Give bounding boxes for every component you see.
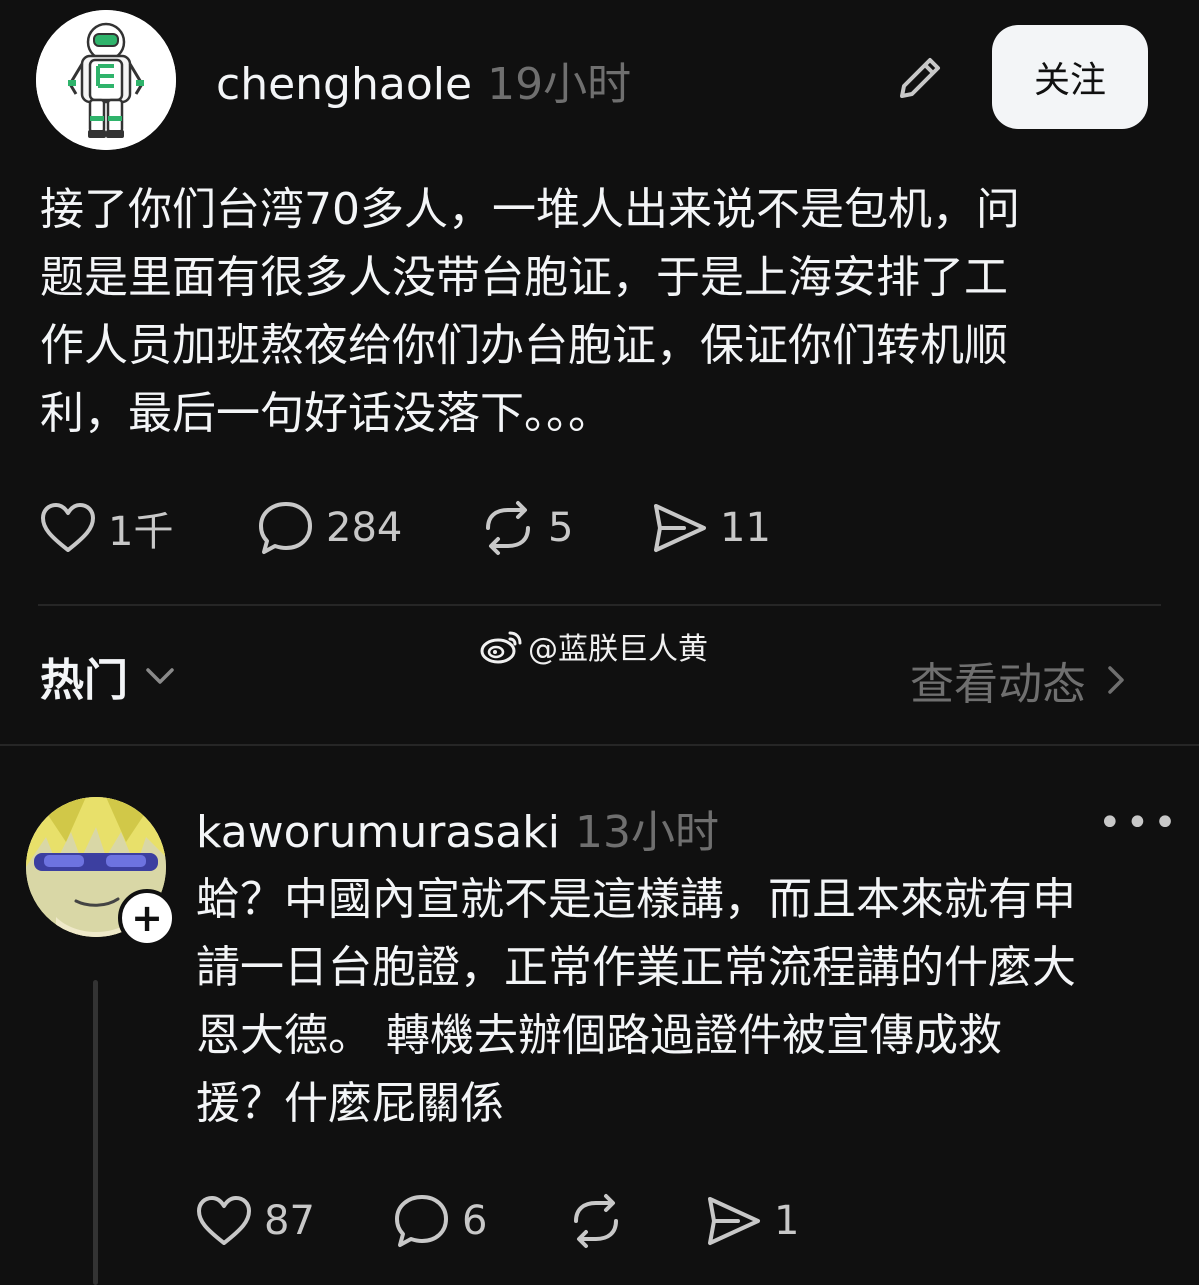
like-action[interactable]: 1千: [38, 498, 173, 558]
send-icon: [654, 504, 706, 552]
heart-icon: [197, 1196, 251, 1245]
share-count: 11: [720, 505, 771, 551]
repost-icon: [574, 1194, 618, 1248]
watermark: @蓝朕巨人黄: [480, 624, 708, 668]
repost-action[interactable]: 5: [478, 498, 573, 558]
chevron-right-icon: [1108, 666, 1124, 694]
reply-repost-action[interactable]: [566, 1191, 626, 1251]
reply-comment-count: 6: [462, 1198, 488, 1244]
reply-text-line: 援？什麼屁關係: [196, 1078, 504, 1129]
post-username[interactable]: chenghaole: [216, 59, 472, 110]
divider: [38, 604, 1161, 606]
reply-comment-action[interactable]: 6: [392, 1191, 487, 1251]
follow-plus-badge[interactable]: +: [118, 889, 176, 947]
more-options-icon[interactable]: •••: [1098, 800, 1181, 846]
post-time: 19小时: [487, 59, 632, 110]
chevron-down-icon: [146, 668, 174, 684]
comment-icon: [259, 502, 312, 554]
post-header-meta: chenghaole 19小时: [216, 48, 631, 112]
reply-share-count: 1: [774, 1198, 800, 1244]
send-icon: [708, 1197, 760, 1245]
comment-action[interactable]: 284: [256, 498, 402, 558]
author-avatar[interactable]: [36, 10, 176, 150]
reply-share-action[interactable]: 1: [704, 1191, 799, 1251]
reply-text-line: 蛤？中國內宣就不是這樣講，而且本來就有申: [196, 874, 1076, 925]
reply-header-meta: kaworumurasaki 13小时: [196, 796, 719, 860]
post-text-line: 利，最后一句好话没落下。。。: [40, 388, 612, 439]
reply-like-action[interactable]: 87: [194, 1191, 315, 1251]
sort-dropdown[interactable]: 热门: [40, 644, 180, 708]
weibo-icon: [480, 631, 522, 664]
repost-count: 5: [548, 505, 574, 551]
thread-line: [93, 980, 98, 1285]
astronaut-avatar-icon: [36, 10, 176, 150]
pencil-icon[interactable]: [892, 50, 948, 106]
reply-text-line: 請一日台胞證，正常作業正常流程講的什麼大: [196, 942, 1076, 993]
share-action[interactable]: 11: [650, 498, 771, 558]
reply-like-count: 87: [264, 1198, 315, 1244]
post-text-line: 作人员加班熬夜给你们办台胞证，保证你们转机顺: [40, 320, 1008, 371]
sort-label: 热门: [40, 655, 128, 706]
view-activity-label: 查看动态: [910, 659, 1086, 710]
heart-icon: [41, 503, 95, 552]
reply-username[interactable]: kaworumurasaki: [196, 807, 560, 858]
view-activity-link[interactable]: 查看动态: [910, 648, 1134, 712]
section-divider: [0, 744, 1199, 746]
repost-icon: [486, 501, 530, 555]
comment-count: 284: [326, 505, 403, 551]
post-text-line: 题是里面有很多人没带台胞证，于是上海安排了工: [40, 252, 1008, 303]
reply-body: 蛤？中國內宣就不是這樣講，而且本來就有申 請一日台胞證，正常作業正常流程講的什麼…: [196, 866, 1186, 1138]
like-count: 1千: [108, 509, 174, 555]
watermark-text: @蓝朕巨人黄: [528, 632, 708, 667]
reply-time: 13小时: [575, 807, 720, 858]
comment-icon: [395, 1195, 448, 1247]
post-body: 接了你们台湾70多人，一堆人出来说不是包机，问 题是里面有很多人没带台胞证，于是…: [40, 176, 1140, 448]
post-text-line: 接了你们台湾70多人，一堆人出来说不是包机，问: [40, 184, 1020, 235]
reply-text-line: 恩大德。 轉機去辦個路過證件被宣傳成救: [196, 1010, 1002, 1061]
follow-button[interactable]: 关注: [992, 25, 1148, 129]
